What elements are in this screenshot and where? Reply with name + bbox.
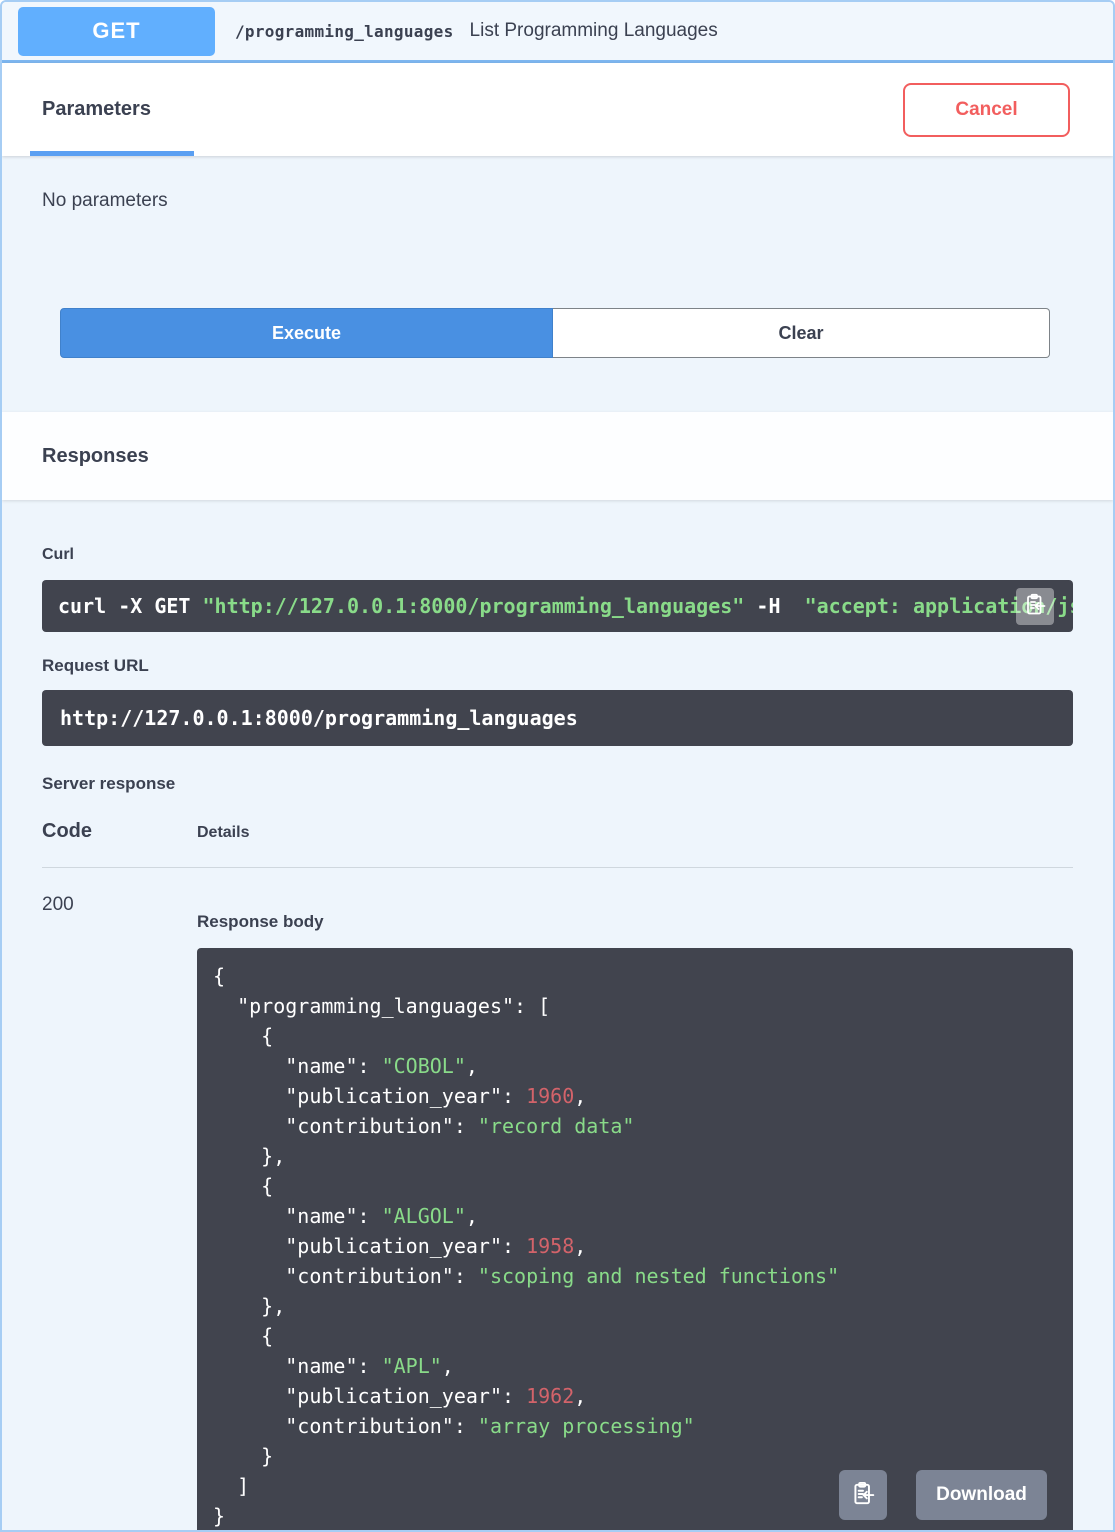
request-url-text: http://127.0.0.1:8000/programming_langua…: [60, 706, 578, 730]
responses-header: Responses: [2, 412, 1113, 500]
code-line: "publication_year": 1958,: [213, 1234, 587, 1258]
parameters-header: Parameters Cancel: [2, 63, 1113, 156]
code-line: "name": "APL",: [213, 1354, 454, 1378]
code-line: }: [213, 1444, 274, 1468]
code-line: "publication_year": 1962,: [213, 1384, 587, 1408]
code-line: "name": "ALGOL",: [213, 1204, 478, 1228]
curl-command-text[interactable]: curl -X GET "http://127.0.0.1:8000/progr…: [58, 594, 1073, 618]
code-line: {: [213, 1024, 274, 1048]
cancel-button[interactable]: Cancel: [903, 82, 1070, 137]
execute-row: Execute Clear: [60, 308, 1050, 358]
operation-path: /programming_languages: [235, 21, 454, 41]
tab-parameters: Parameters: [30, 63, 194, 156]
response-details-cell: Response body { "programming_languages":…: [197, 892, 1073, 1530]
operation-summary[interactable]: GET /programming_languages List Programm…: [2, 2, 1113, 63]
code-line: {: [213, 964, 226, 988]
responses-body: Curl curl -X GET "http://127.0.0.1:8000/…: [2, 546, 1113, 1530]
curl-command-bar: curl -X GET "http://127.0.0.1:8000/progr…: [42, 580, 1073, 632]
method-badge: GET: [18, 6, 215, 56]
parameters-title: Parameters: [42, 98, 151, 120]
request-url-bar: http://127.0.0.1:8000/programming_langua…: [42, 690, 1073, 746]
curl-label: Curl: [42, 546, 74, 563]
no-parameters-message: No parameters: [42, 190, 168, 211]
execute-button[interactable]: Execute: [60, 308, 553, 358]
response-table-row: 200 Response body { "programming_languag…: [42, 868, 1073, 1530]
clear-button[interactable]: Clear: [553, 308, 1050, 358]
code-line: "contribution": "array processing": [213, 1414, 695, 1438]
response-json: { "programming_languages": [ { "name": "…: [213, 961, 1057, 1530]
code-line: {: [213, 1324, 274, 1348]
download-button[interactable]: Download: [916, 1470, 1047, 1520]
operation-title: List Programming Languages: [469, 20, 718, 41]
server-response-label: Server response: [42, 774, 176, 793]
code-line: },: [213, 1294, 286, 1318]
operation-block: GET /programming_languages List Programm…: [0, 0, 1115, 1532]
response-table-header: Code Details: [42, 820, 1073, 868]
clipboard-copy-icon: [1023, 593, 1047, 620]
copy-response-button[interactable]: [839, 1470, 887, 1520]
code-line: {: [213, 1174, 274, 1198]
code-line: "contribution": "record data": [213, 1114, 635, 1138]
code-line: },: [213, 1144, 286, 1168]
copy-curl-button[interactable]: [1016, 588, 1054, 625]
code-line: "name": "COBOL",: [213, 1054, 478, 1078]
response-body-label: Response body: [197, 912, 324, 931]
details-column-header: Details: [197, 824, 250, 841]
code-column-header: Code: [42, 820, 92, 842]
request-url-label: Request URL: [42, 656, 149, 675]
response-body-panel: { "programming_languages": [ { "name": "…: [197, 948, 1073, 1530]
status-code: 200: [42, 894, 74, 915]
code-line: "publication_year": 1960,: [213, 1084, 587, 1108]
response-panel-buttons: Download: [839, 1470, 1047, 1520]
code-line: "contribution": "scoping and nested func…: [213, 1264, 840, 1288]
responses-title: Responses: [42, 444, 149, 467]
code-line: "programming_languages": [: [213, 994, 551, 1018]
clipboard-copy-icon: [850, 1481, 876, 1510]
